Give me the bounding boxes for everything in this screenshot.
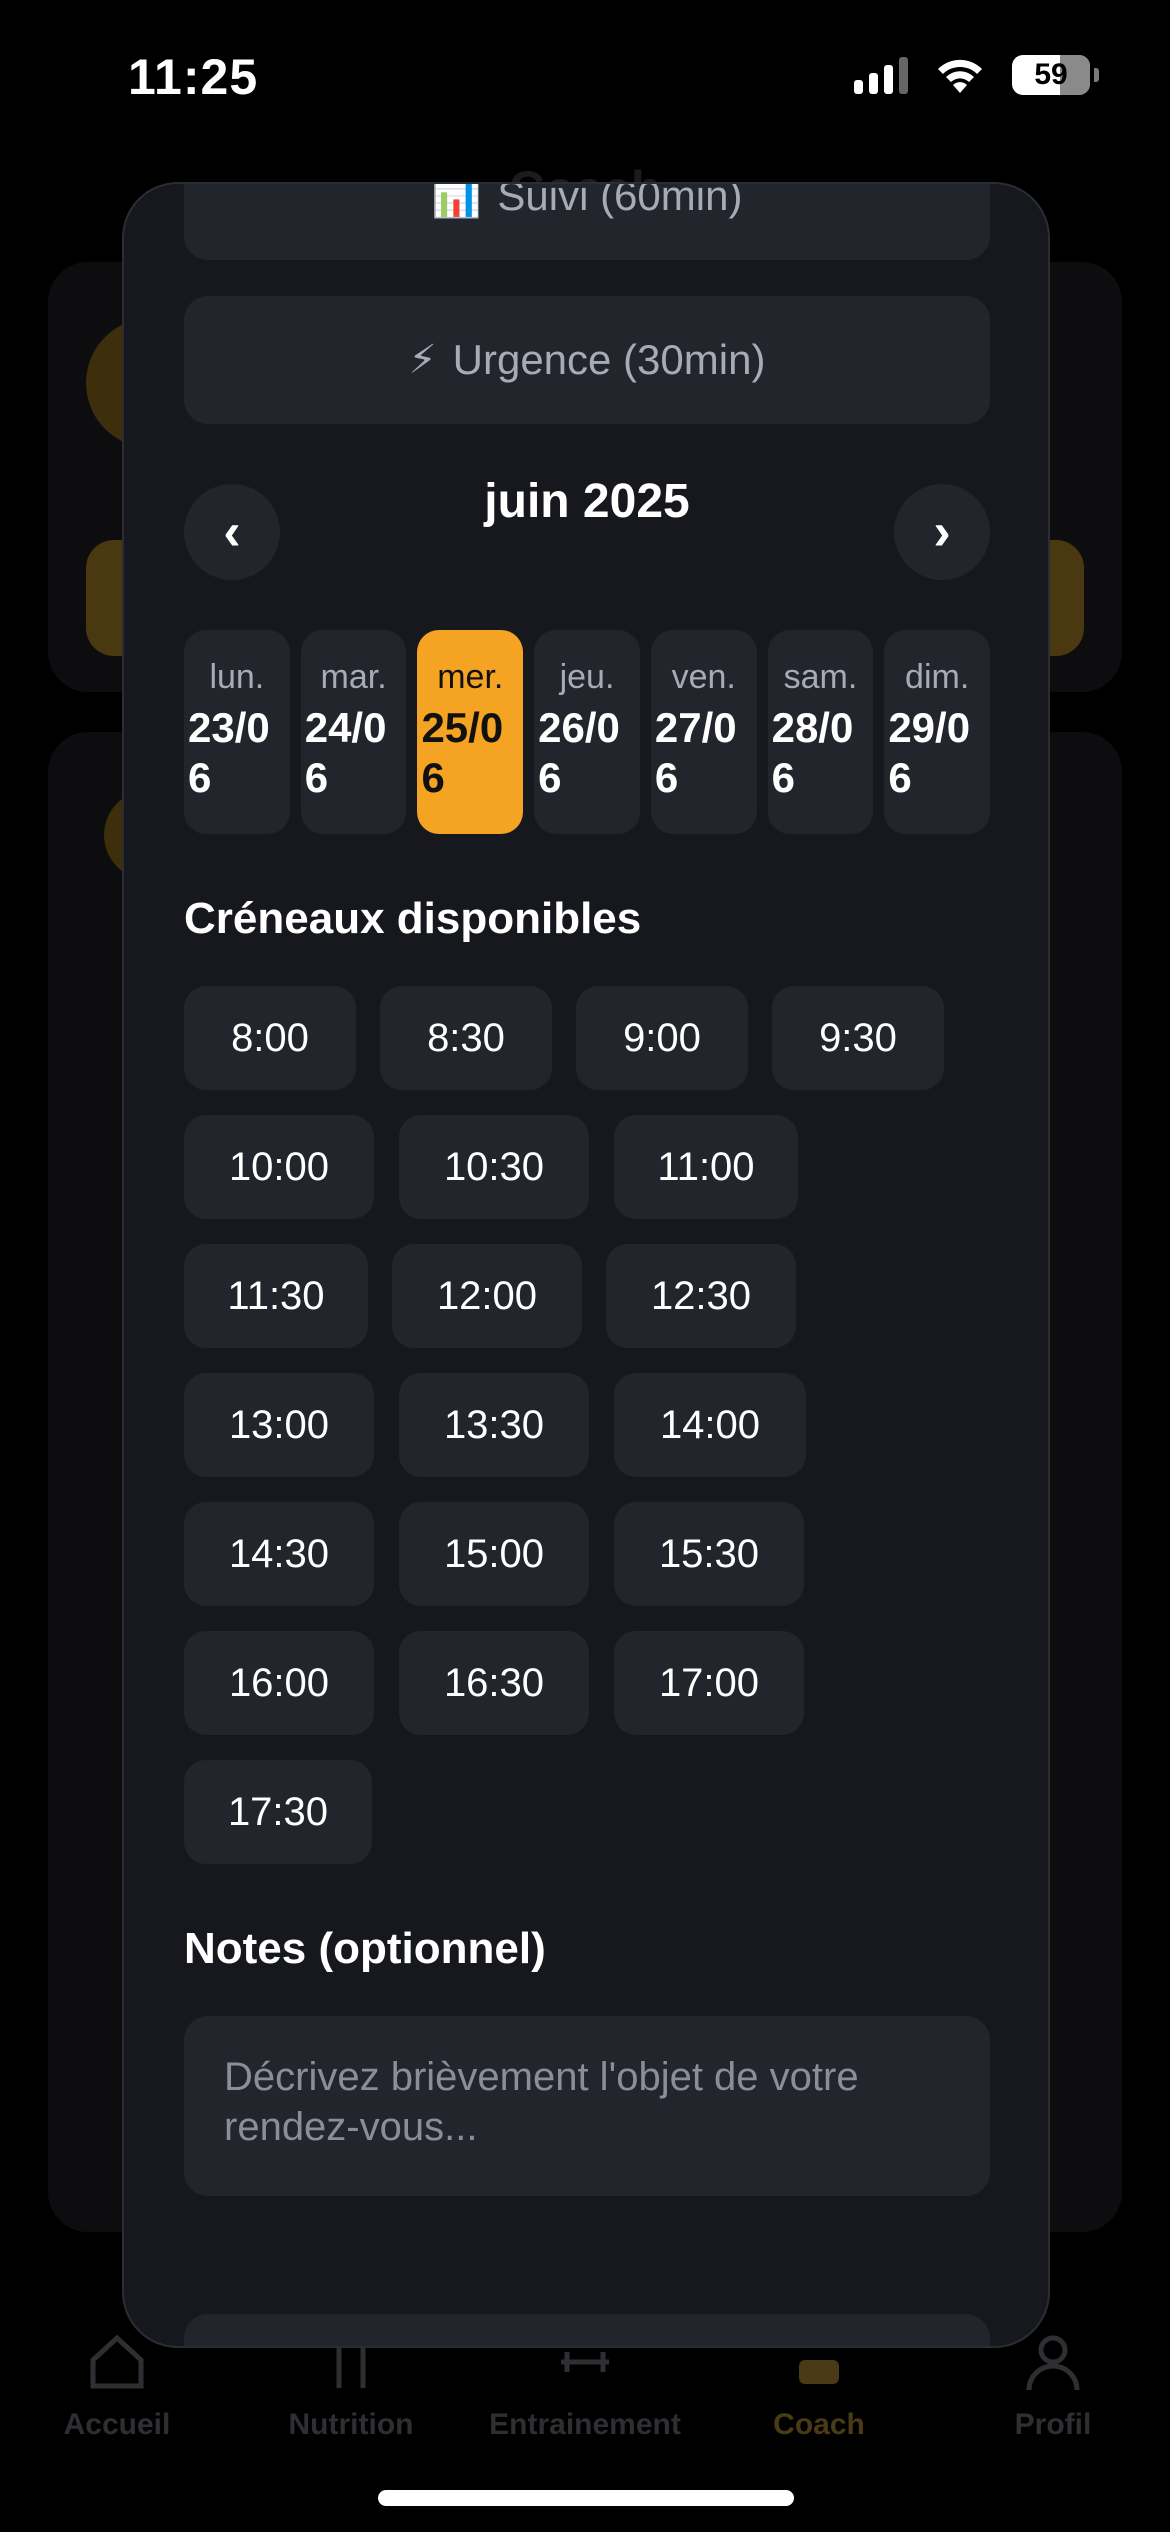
confirm-button[interactable] bbox=[184, 2314, 990, 2346]
time-slot[interactable]: 15:00 bbox=[399, 1502, 589, 1606]
consult-type-urgence-button[interactable]: ⚡ Urgence (30min) bbox=[184, 296, 990, 424]
time-slot[interactable]: 12:30 bbox=[606, 1244, 796, 1348]
time-slot[interactable]: 14:00 bbox=[614, 1373, 806, 1477]
lightning-icon: ⚡ bbox=[408, 338, 437, 382]
chart-icon: 📊 bbox=[431, 182, 482, 219]
tab-label: Profil bbox=[1014, 2408, 1092, 2441]
time-slot[interactable]: 13:00 bbox=[184, 1373, 374, 1477]
day-name: dim. bbox=[905, 658, 970, 696]
day-name: ven. bbox=[671, 658, 736, 696]
time-slot[interactable]: 8:30 bbox=[380, 986, 552, 1090]
day-option[interactable]: sam. 28/06 bbox=[767, 630, 874, 834]
notes-title: Notes (optionnel) bbox=[184, 1924, 546, 1973]
time-slot[interactable]: 8:00 bbox=[184, 986, 356, 1090]
tab-label: Entrainement bbox=[489, 2408, 681, 2441]
month-navigation: ‹ juin 2025 › bbox=[184, 475, 990, 580]
day-date: 24/06 bbox=[304, 704, 387, 801]
time-slot[interactable]: 14:30 bbox=[184, 1502, 374, 1606]
time-slot[interactable]: 16:00 bbox=[184, 1631, 374, 1735]
day-option[interactable]: dim. 29/06 bbox=[884, 630, 991, 834]
home-icon bbox=[90, 2334, 144, 2389]
consult-type-label: Suivi (60min) bbox=[497, 182, 743, 219]
day-option-selected[interactable]: mer. 25/06 bbox=[417, 630, 524, 834]
month-title: juin 2025 bbox=[484, 475, 690, 528]
time-slot[interactable]: 16:30 bbox=[399, 1631, 589, 1735]
time-slot[interactable]: 13:30 bbox=[399, 1373, 589, 1477]
home-indicator[interactable] bbox=[378, 2490, 794, 2506]
day-option[interactable]: ven. 27/06 bbox=[650, 630, 757, 834]
time-slot[interactable]: 15:30 bbox=[614, 1502, 804, 1606]
day-option[interactable]: lun. 23/06 bbox=[184, 630, 290, 834]
notes-textarea[interactable]: Décrivez brièvement l'objet de votre ren… bbox=[184, 2016, 990, 2196]
day-option[interactable]: jeu. 26/06 bbox=[534, 630, 640, 834]
tab-label: Nutrition bbox=[288, 2408, 414, 2441]
day-name: mar. bbox=[320, 658, 387, 696]
day-name: jeu. bbox=[559, 658, 615, 696]
day-date: 25/06 bbox=[421, 704, 504, 801]
tab-label: Coach bbox=[773, 2408, 865, 2441]
day-name: mer. bbox=[437, 658, 504, 696]
day-date: 29/06 bbox=[888, 704, 971, 801]
tab-label: Accueil bbox=[63, 2408, 171, 2441]
day-selector: lun. 23/06 mar. 24/06 mer. 25/06 jeu. 26/06 … bbox=[184, 630, 991, 834]
consult-type-label: Urgence (30min) bbox=[452, 336, 766, 383]
slots-title: Créneaux disponibles bbox=[184, 894, 642, 943]
day-name: lun. bbox=[209, 658, 265, 696]
time-slot[interactable]: 10:30 bbox=[399, 1115, 589, 1219]
time-slot[interactable]: 11:30 bbox=[184, 1244, 368, 1348]
time-slot[interactable]: 12:00 bbox=[392, 1244, 582, 1348]
day-date: 28/06 bbox=[771, 704, 854, 801]
time-slot[interactable]: 9:30 bbox=[772, 986, 944, 1090]
consult-type-suivi-button[interactable]: 📊 Suivi (60min) bbox=[184, 182, 990, 260]
day-date: 27/06 bbox=[654, 704, 737, 801]
chevron-right-icon: › bbox=[933, 503, 951, 561]
next-week-button[interactable]: › bbox=[894, 484, 990, 580]
booking-modal: 📊 Suivi (60min) ⚡ Urgence (30min) ‹ juin… bbox=[122, 182, 1050, 2348]
time-slot[interactable]: 17:30 bbox=[184, 1760, 372, 1864]
time-slot[interactable]: 9:00 bbox=[576, 986, 748, 1090]
day-option[interactable]: mar. 24/06 bbox=[300, 630, 407, 834]
person-icon bbox=[1026, 2335, 1080, 2391]
time-slot[interactable]: 11:00 bbox=[614, 1115, 798, 1219]
time-slot[interactable]: 17:00 bbox=[614, 1631, 804, 1735]
day-date: 23/06 bbox=[188, 704, 270, 801]
time-slot[interactable]: 10:00 bbox=[184, 1115, 374, 1219]
day-date: 26/06 bbox=[538, 704, 620, 801]
day-name: sam. bbox=[783, 658, 858, 696]
